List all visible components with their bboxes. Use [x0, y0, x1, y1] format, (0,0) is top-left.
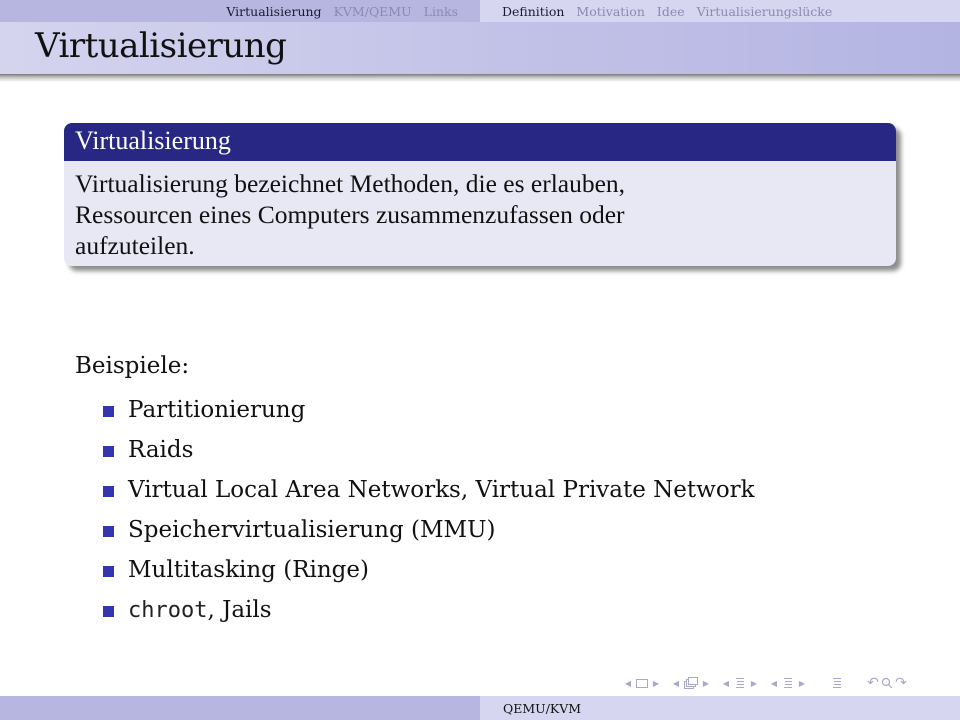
- frame-icon[interactable]: [682, 674, 700, 692]
- back-icon[interactable]: ↶: [866, 674, 880, 692]
- nav-subsection-idee[interactable]: Idee: [657, 4, 685, 19]
- footer-left: [0, 696, 480, 720]
- subsection-navigation: Definition Motivation Idee Virtualisieru…: [480, 0, 960, 22]
- examples-label: Beispiele:: [75, 353, 190, 379]
- definition-line: Ressourcen eines Computers zusammenzufas…: [75, 200, 625, 229]
- bullet-square-icon: [103, 526, 114, 537]
- footer-bar: QEMU/KVM: [0, 696, 960, 720]
- nav-subsection-motivation[interactable]: Motivation: [576, 4, 644, 19]
- definition-line: aufzuteilen.: [75, 231, 195, 260]
- list-item-code: chroot: [128, 598, 208, 623]
- list-item-text: , Jails: [207, 597, 272, 623]
- nav-section-kvm-qemu[interactable]: KVM/QEMU: [334, 4, 412, 19]
- bullet-square-icon: [103, 566, 114, 577]
- list-item-text: Speichervirtualisierung (MMU): [128, 517, 496, 543]
- definition-block-body: Virtualisierung bezeichnet Methoden, die…: [64, 161, 896, 261]
- search-icon[interactable]: [880, 674, 894, 692]
- footer-right: QEMU/KVM: [480, 696, 960, 720]
- examples-section: Beispiele: Partitionierung Raids Virtual…: [75, 350, 755, 630]
- list-item-text: Partitionierung: [128, 397, 306, 423]
- subsection-prev-icon[interactable]: ◀: [720, 674, 732, 692]
- definition-block: Virtualisierung Virtualisierung bezeichn…: [64, 123, 896, 266]
- slide-icon[interactable]: [634, 674, 650, 692]
- slide-next-icon[interactable]: ▶: [650, 674, 662, 692]
- subsection-icon[interactable]: [732, 674, 748, 692]
- nav-section-links[interactable]: Links: [424, 4, 458, 19]
- document-icon[interactable]: [830, 674, 844, 692]
- bullet-square-icon: [103, 606, 114, 617]
- navigation-symbols: ◀ ▶ ◀ ▶ ◀ ▶ ◀ ▶ ↶ ↷: [622, 674, 908, 692]
- list-item: Virtual Local Area Networks, Virtual Pri…: [75, 470, 755, 510]
- list-item: chroot, Jails: [75, 590, 755, 630]
- frame-title-bar: Virtualisierung: [0, 22, 960, 74]
- list-item-text: Raids: [128, 437, 194, 463]
- section-prev-icon[interactable]: ◀: [768, 674, 780, 692]
- subsection-next-icon[interactable]: ▶: [748, 674, 760, 692]
- forward-icon[interactable]: ↷: [894, 674, 908, 692]
- frame-prev-icon[interactable]: ◀: [670, 674, 682, 692]
- definition-line: Virtualisierung bezeichnet Methoden, die…: [75, 169, 626, 198]
- title-shadow: [0, 74, 960, 82]
- nav-section-virtualisierung[interactable]: Virtualisierung: [226, 4, 321, 19]
- section-navigation: Virtualisierung KVM/QEMU Links: [0, 0, 480, 22]
- bullet-square-icon: [103, 406, 114, 417]
- section-icon[interactable]: [780, 674, 796, 692]
- footer-title: QEMU/KVM: [503, 700, 582, 716]
- list-item: Raids: [75, 430, 755, 470]
- bullet-square-icon: [103, 446, 114, 457]
- frame-next-icon[interactable]: ▶: [700, 674, 712, 692]
- top-navigation-bar: Virtualisierung KVM/QEMU Links Definitio…: [0, 0, 960, 22]
- list-item: Partitionierung: [75, 390, 755, 430]
- definition-block-title: Virtualisierung: [64, 123, 896, 161]
- frame-title: Virtualisierung: [35, 26, 287, 66]
- list-item: Speichervirtualisierung (MMU): [75, 510, 755, 550]
- slide-prev-icon[interactable]: ◀: [622, 674, 634, 692]
- list-item-text: Virtual Local Area Networks, Virtual Pri…: [128, 477, 755, 503]
- section-next-icon[interactable]: ▶: [796, 674, 808, 692]
- list-item: Multitasking (Ringe): [75, 550, 755, 590]
- bullet-square-icon: [103, 486, 114, 497]
- nav-subsection-virtualisierungsluecke[interactable]: Virtualisierungslücke: [697, 4, 833, 19]
- examples-list: Partitionierung Raids Virtual Local Area…: [75, 390, 755, 630]
- list-item-text: Multitasking (Ringe): [128, 557, 369, 583]
- nav-subsection-definition[interactable]: Definition: [502, 4, 564, 19]
